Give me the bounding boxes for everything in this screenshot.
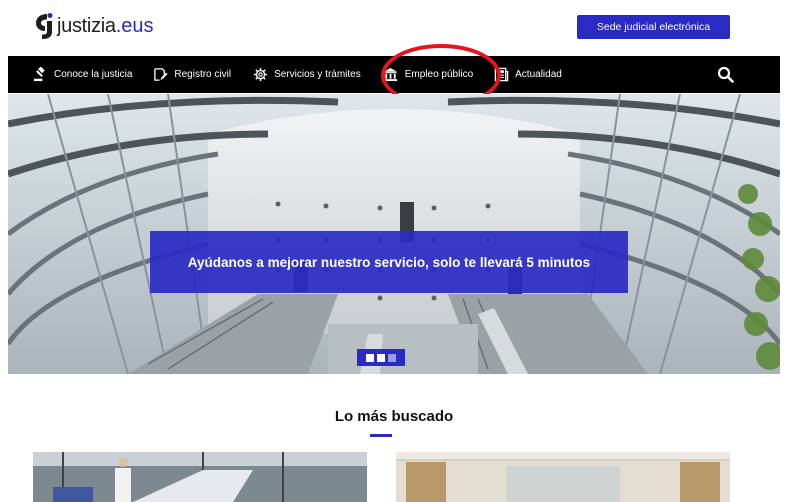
nav-item-empleo-publico[interactable]: Empleo público [383,56,473,93]
survey-banner[interactable]: Ayúdanos a mejorar nuestro servicio, sol… [150,231,628,293]
section-title: Lo más buscado [334,408,454,425]
carousel-dot[interactable] [388,353,396,362]
nav-item-servicios-y-tramites[interactable]: Servicios y trámites [252,56,361,93]
logo-text: justizia [57,14,116,37]
card-image [33,452,367,502]
card-image [396,452,730,502]
nav-item-conoce-la-justicia[interactable]: Conoce la justicia [32,56,132,93]
nav-item-label: Empleo público [404,69,474,80]
logo-mark-icon [34,12,54,40]
carousel-pagination [357,349,405,366]
hero-carousel[interactable]: Ayúdanos a mejorar nuestro servicio, sol… [8,94,780,374]
gavel-icon [32,67,48,83]
site-header: justizia .eus Sede judicial electrónica [0,0,788,56]
search-icon[interactable] [717,66,734,83]
document-pen-icon [152,67,168,83]
page: justizia .eus Sede judicial electrónica C… [0,0,788,502]
featured-card[interactable] [33,452,367,502]
logo-suffix: .eus [115,14,154,37]
nav-item-registro-civil[interactable]: Registro civil [152,56,231,93]
carousel-dot[interactable] [377,353,385,362]
nav-item-label: Servicios y trámites [274,69,361,80]
site-logo[interactable]: justizia .eus [34,10,154,42]
newspaper-icon [493,67,509,83]
carousel-dot[interactable] [366,353,374,362]
nav-item-actualidad[interactable]: Actualidad [493,56,562,93]
section-title-underline [370,434,392,437]
main-nav: Conoce la justicia Registro civil Servic… [8,56,780,93]
nav-item-label: Conoce la justicia [54,69,133,80]
nav-item-label: Registro civil [174,69,232,80]
nav-item-label: Actualidad [515,69,562,80]
sede-judicial-button[interactable]: Sede judicial electrónica [577,15,730,39]
building-icon [383,67,399,83]
survey-banner-text: Ayúdanos a mejorar nuestro servicio, sol… [187,254,591,270]
featured-card[interactable] [396,452,730,502]
gear-icon [252,67,268,83]
